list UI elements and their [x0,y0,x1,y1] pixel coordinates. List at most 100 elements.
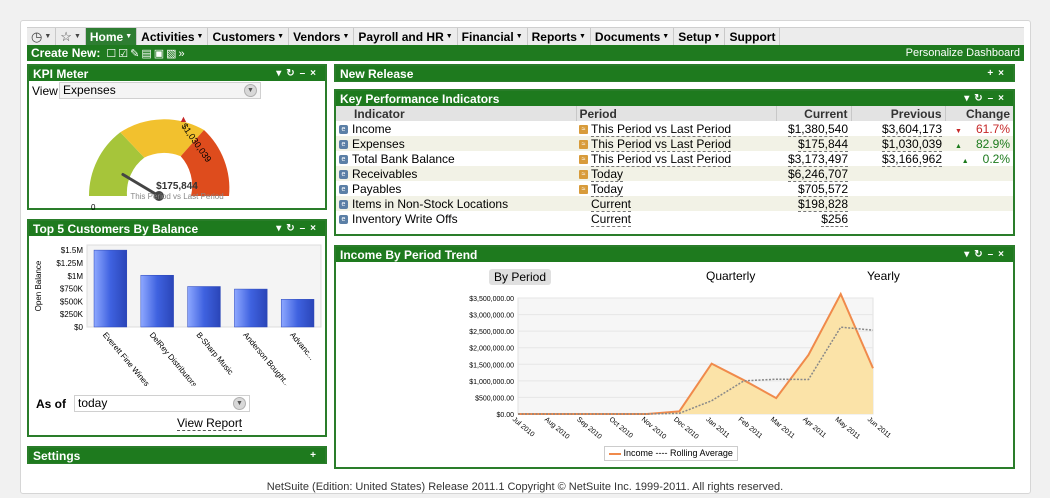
record-icon: e [339,214,348,224]
record-icon: e [339,199,348,209]
bar [280,299,315,328]
record-icon: e [339,139,348,149]
nav-label: Home [89,29,124,44]
nav-reports[interactable]: Reports ▼ [528,28,591,45]
gauge-min-label: 0 [91,203,96,210]
x-tick-label: Everett Fine Wines [101,331,151,386]
nav-payroll-hr[interactable]: Payroll and HR ▼ [354,28,458,45]
settings-header[interactable]: Settings + [29,448,325,463]
view-select[interactable]: Expenses ▼ [59,82,261,99]
portlet-title: Key Performance Indicators [340,91,500,106]
personalize-dashboard-link[interactable]: Personalize Dashboard [906,47,1020,59]
expand-icon[interactable]: + [310,450,321,461]
kpi-current[interactable]: $6,246,707 [787,166,848,182]
new-event-icon[interactable]: ☐ [106,48,118,60]
kpi-current[interactable]: $705,572 [797,181,848,197]
nav-documents[interactable]: Documents ▼ [591,28,675,45]
kpi-period[interactable]: This Period vs Last Period [591,121,732,137]
y-tick-label: $1,000,000.00 [469,379,514,386]
x-tick-label: Sep 2010 [575,416,603,441]
record-icon: e [339,154,348,164]
gauge-marker-icon: ▲ [179,114,188,124]
bar [187,286,221,328]
new-task-icon[interactable]: ☑ [118,48,130,60]
x-tick-label: B-Sharp Music [194,331,235,377]
kpi-row[interactable]: e Receivables ≈ Today $6,246,707 [336,166,1013,182]
recent-records-icon[interactable]: ◷ ▼ [27,28,57,45]
nav-vendors[interactable]: Vendors ▼ [289,28,355,45]
as-of-select[interactable]: today ▼ [74,395,250,412]
kpi-row[interactable]: e Items in Non-Stock Locations Current $198… [336,196,1013,212]
top-nav: ◷ ▼ ☆ ▼ Home ▼ Activities ▼ Customers ▼ Vendo… [27,27,1024,45]
kpi-row[interactable]: e Expenses ≈ This Period vs Last Period $175… [336,136,1013,152]
kpi-row[interactable]: e Income ≈ This Period vs Last Period $1,380… [336,121,1013,137]
portlet-title: Settings [33,448,81,463]
nav-financial[interactable]: Financial ▼ [458,28,528,45]
portlet-controls[interactable]: ▾↻–× [964,249,1009,260]
period-compare-icon[interactable]: ≈ [579,124,588,134]
legend-income-swatch [609,452,621,455]
nav-label: Setup [678,29,712,44]
period-compare-icon[interactable]: ≈ [579,169,588,179]
nav-customers[interactable]: Customers ▼ [208,28,290,45]
kpi-current[interactable]: $198,828 [797,196,848,212]
portlet-controls[interactable]: ▾↻–× [276,68,321,79]
period-compare-icon[interactable]: ≈ [579,154,588,164]
tab-by-period[interactable]: By Period [489,269,552,285]
col-current[interactable]: Current [776,106,852,121]
tab-yearly[interactable]: Yearly [867,269,900,283]
kpi-period[interactable]: Current [591,196,632,212]
favorites-star-icon[interactable]: ☆ ▼ [56,28,86,45]
kpi-period[interactable]: Current [591,211,632,227]
view-label: View [32,84,58,98]
period-compare-icon[interactable]: ≈ [579,139,588,149]
col-previous[interactable]: Previous [851,106,946,121]
col-indicator[interactable]: Indicator [336,106,577,121]
new-document-icon[interactable]: ▣ [154,48,166,60]
nav-setup[interactable]: Setup ▼ [674,28,726,45]
new-copy-icon[interactable]: ▤ [141,48,153,60]
kpi-period[interactable]: This Period vs Last Period [591,151,732,167]
portlet-controls[interactable]: +× [987,68,1009,79]
chevron-down-icon: ▼ [244,84,257,97]
kpi-indicator: Total Bank Balance [352,151,455,166]
settings-portlet: Settings + [27,446,327,464]
footer-copyright: NetSuite (Edition: United States) Releas… [266,481,784,493]
new-release-header[interactable]: New Release +× [336,66,1013,81]
portlet-controls[interactable]: ▾↻–× [964,93,1009,104]
view-report-link[interactable]: View Report [177,416,243,431]
kpi-current[interactable]: $175,844 [797,136,848,152]
col-change[interactable]: Change [945,106,1013,121]
kpi-period[interactable]: Today [591,181,624,197]
kpi-current[interactable]: $256 [821,211,848,227]
trend-legend: Income ---- Rolling Average [604,446,738,461]
kpi-current[interactable]: $1,380,540 [787,121,848,137]
income-trend-portlet: Income By Period Trend ▾↻–× By Period Qu… [334,245,1015,469]
kpi-row[interactable]: e Inventory Write Offs Current $256 [336,211,1013,227]
kpi-row[interactable]: e Payables ≈ Today $705,572 [336,181,1013,197]
new-record-icon[interactable]: ▧ [166,48,178,60]
kpi-previous[interactable]: $3,166,962 [881,151,942,167]
portlet-controls[interactable]: ▾↻–× [276,223,321,234]
create-new-tools: ☐☑✎▤▣▧» [106,47,186,60]
kpi-period[interactable]: Today [591,166,624,182]
kpi-table-body: e Income ≈ This Period vs Last Period $1,380… [336,121,1013,227]
kpi-current[interactable]: $3,173,497 [787,151,848,167]
nav-label: Payroll and HR [358,29,444,44]
nav-activities[interactable]: Activities ▼ [137,28,209,45]
nav-label: Documents [594,29,661,44]
tab-quarterly[interactable]: Quarterly [706,269,755,283]
nav-home[interactable]: Home ▼ [85,28,138,45]
new-note-icon[interactable]: ✎ [130,48,141,60]
up-arrow-icon: ▲ [955,142,962,150]
kpi-previous[interactable]: $3,604,173 [881,121,942,137]
nav-label: Vendors [293,29,341,44]
y-tick-label: $250K [60,310,84,319]
more-icon[interactable]: » [179,48,187,60]
kpi-period[interactable]: This Period vs Last Period [591,136,732,152]
nav-support[interactable]: Support [725,28,781,45]
col-period[interactable]: Period [576,106,777,121]
kpi-row[interactable]: e Total Bank Balance ≈ This Period vs Last … [336,151,1013,167]
kpi-previous[interactable]: $1,030,039 [881,136,942,152]
period-compare-icon[interactable]: ≈ [579,184,588,194]
